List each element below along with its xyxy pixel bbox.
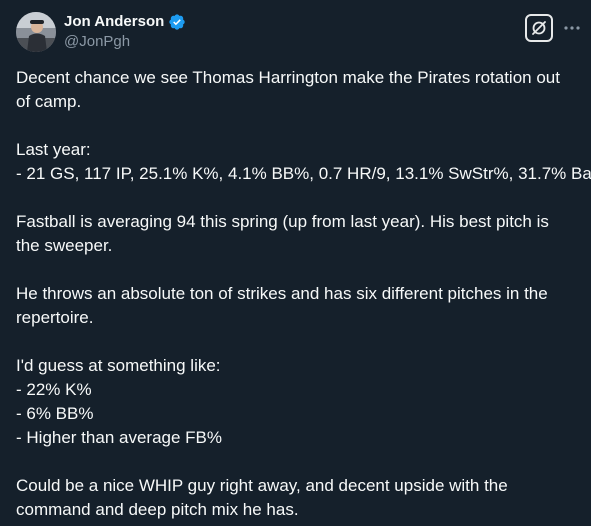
tweet-line: He throws an absolute ton of strikes and…: [16, 284, 548, 303]
tweet-line: - 21 GS, 117 IP, 25.1% K%, 4.1% BB%, 0.7…: [16, 164, 591, 183]
author-name-row: Jon Anderson: [64, 13, 186, 31]
tweet-line: Decent chance we see Thomas Harrington m…: [16, 68, 560, 87]
tweet-line: the sweeper.: [16, 236, 113, 255]
tweet-paragraph: He throws an absolute ton of strikes and…: [16, 282, 580, 330]
tweet-line: command and deep pitch mix he has.: [16, 500, 299, 519]
tweet-line: - 22% K%: [16, 380, 92, 399]
author-display-name[interactable]: Jon Anderson: [64, 13, 164, 31]
avatar-photo: [16, 12, 56, 52]
verified-badge-icon: [168, 13, 186, 31]
avatar[interactable]: [16, 12, 56, 52]
tweet-paragraph: Could be a nice WHIP guy right away, and…: [16, 474, 580, 522]
tweet-line: I'd guess at something like:: [16, 356, 221, 375]
grok-button[interactable]: [525, 14, 553, 42]
author-handle[interactable]: @JonPgh: [64, 33, 130, 51]
tweet-line: - 6% BB%: [16, 404, 94, 423]
tweet-line: Could be a nice WHIP guy right away, and…: [16, 476, 508, 495]
tweet-line: Last year:: [16, 140, 91, 159]
tweet-paragraph: Decent chance we see Thomas Harrington m…: [16, 66, 580, 114]
tweet-paragraph: I'd guess at something like: - 22% K% - …: [16, 354, 580, 450]
tweet-line: repertoire.: [16, 308, 94, 327]
tweet-text: Decent chance we see Thomas Harrington m…: [16, 66, 591, 522]
tweet-line: Fastball is averaging 94 this spring (up…: [16, 212, 549, 231]
more-icon[interactable]: [562, 18, 582, 38]
tweet-line: of camp.: [16, 92, 82, 111]
tweet-card: Jon Anderson @JonPgh Decent chance we se…: [0, 0, 591, 526]
grok-icon: [532, 21, 546, 35]
tweet-paragraph: Fastball is averaging 94 this spring (up…: [16, 210, 580, 258]
tweet-paragraph: Last year: - 21 GS, 117 IP, 25.1% K%, 4.…: [16, 138, 591, 186]
tweet-line: - Higher than average FB%: [16, 428, 222, 447]
